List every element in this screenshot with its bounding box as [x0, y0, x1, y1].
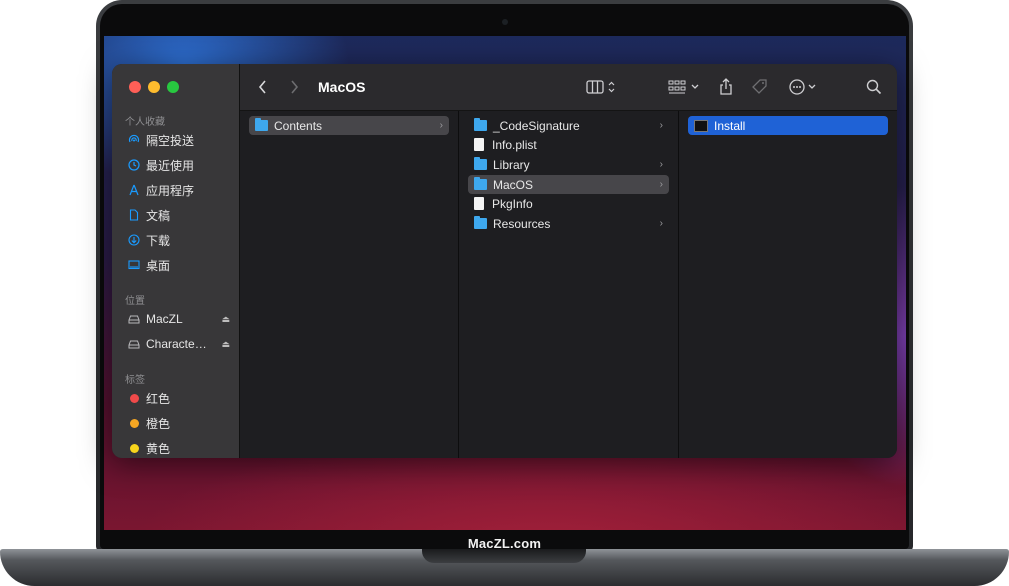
list-item-library[interactable]: Library ›: [468, 155, 669, 174]
file-icon: [474, 138, 484, 151]
forward-button[interactable]: [288, 77, 300, 97]
favorites-header: 个人收藏: [125, 117, 165, 128]
chevron-right-icon: ›: [659, 179, 663, 190]
chevron-left-icon: [258, 80, 266, 94]
more-actions-button[interactable]: [788, 77, 820, 97]
list-item-label: Install: [714, 118, 746, 133]
locations-header: 位置: [125, 296, 145, 307]
group-grid-icon: [668, 80, 699, 94]
sidebar-item-label: 隔空投送: [146, 133, 195, 148]
column-view-icon: [586, 80, 615, 94]
sidebar-item-characte[interactable]: Characte… ⏏: [128, 334, 236, 354]
search-icon: [866, 79, 882, 95]
zoom-button[interactable]: [167, 81, 179, 93]
sidebar-item-label: 红色: [146, 391, 171, 406]
list-item-label: Library: [493, 157, 530, 172]
applications-icon: [128, 184, 140, 196]
eject-icon[interactable]: ⏏: [221, 339, 230, 350]
share-icon: [720, 78, 732, 95]
drive-icon: [128, 338, 140, 350]
tags-header: 标签: [125, 375, 145, 386]
sidebar-item-label: 文稿: [146, 208, 171, 223]
share-button[interactable]: [718, 77, 734, 97]
executable-icon: [694, 119, 708, 132]
clock-icon: [128, 159, 140, 171]
column-1: Contents ›: [240, 111, 459, 458]
list-item-pkginfo[interactable]: PkgInfo: [468, 194, 669, 213]
list-item-contents[interactable]: Contents ›: [249, 116, 449, 135]
sidebar-item-label: 桌面: [146, 258, 171, 273]
airdrop-icon: [128, 134, 140, 146]
search-button[interactable]: [866, 77, 882, 97]
chevron-right-icon: ›: [659, 120, 663, 131]
folder-icon: [474, 118, 487, 131]
group-button[interactable]: [668, 77, 702, 97]
chevron-right-icon: ›: [439, 120, 443, 131]
back-button[interactable]: [257, 77, 269, 97]
folder-icon: [255, 118, 268, 131]
list-item-label: MacOS: [493, 177, 534, 192]
sidebar: 个人收藏 隔空投送 最近使用 应用程序 文稿 下载 桌面 位置 MacZL ⏏ …: [112, 64, 240, 458]
finder-window: 个人收藏 隔空投送 最近使用 应用程序 文稿 下载 桌面 位置 MacZL ⏏ …: [112, 64, 897, 458]
tag-dot-icon: [128, 417, 140, 429]
list-item-label: PkgInfo: [492, 196, 533, 211]
tag-button[interactable]: [751, 77, 769, 97]
file-icon: [474, 197, 484, 210]
toolbar: MacOS: [240, 64, 897, 111]
list-item-label: _CodeSignature: [493, 118, 580, 133]
sidebar-item-applications[interactable]: 应用程序: [128, 180, 236, 200]
sidebar-item-airdrop[interactable]: 隔空投送: [128, 130, 236, 150]
desktop-icon: [128, 259, 140, 271]
window-title: MacOS: [318, 79, 366, 95]
camera: [502, 19, 508, 25]
minimize-button[interactable]: [148, 81, 160, 93]
folder-icon: [474, 157, 487, 170]
sidebar-item-tag-orange[interactable]: 橙色: [128, 413, 236, 433]
list-item-label: Contents: [274, 118, 323, 133]
chevron-right-icon: ›: [659, 218, 663, 229]
sidebar-item-label: 橙色: [146, 416, 171, 431]
list-item-info-plist[interactable]: Info.plist: [468, 135, 669, 154]
list-item-install[interactable]: Install: [688, 116, 888, 135]
sidebar-item-tag-yellow[interactable]: 黄色: [128, 438, 236, 458]
sidebar-item-downloads[interactable]: 下载: [128, 230, 236, 250]
document-icon: [128, 209, 140, 221]
eject-icon[interactable]: ⏏: [221, 314, 230, 325]
drive-icon: [128, 313, 140, 325]
tag-dot-icon: [128, 392, 140, 404]
close-button[interactable]: [129, 81, 141, 93]
sidebar-item-label: 最近使用: [146, 158, 195, 173]
ellipsis-circle-icon: [789, 79, 816, 95]
column-2: _CodeSignature › Info.plist Library › Ma…: [459, 111, 679, 458]
sidebar-item-label: Characte…: [146, 337, 207, 351]
laptop-notch: [422, 549, 586, 563]
download-icon: [128, 234, 140, 246]
folder-icon: [474, 177, 487, 190]
sidebar-item-label: 下载: [146, 233, 171, 248]
brand-label: MacZL.com: [467, 536, 542, 551]
tag-dot-icon: [128, 442, 140, 454]
sidebar-item-label: 黄色: [146, 441, 171, 456]
view-mode-button[interactable]: [586, 77, 618, 97]
chevron-right-icon: ›: [659, 159, 663, 170]
sidebar-item-label: 应用程序: [146, 183, 195, 198]
sidebar-item-maczl[interactable]: MacZL ⏏: [128, 309, 236, 329]
sidebar-item-label: MacZL: [146, 312, 183, 326]
chevron-right-icon: [291, 80, 299, 94]
tag-icon: [752, 79, 767, 94]
list-item-macos[interactable]: MacOS ›: [468, 175, 669, 194]
sidebar-item-desktop[interactable]: 桌面: [128, 255, 236, 275]
column-3: Install: [679, 111, 897, 458]
folder-icon: [474, 216, 487, 229]
sidebar-item-recents[interactable]: 最近使用: [128, 155, 236, 175]
list-item-codesignature[interactable]: _CodeSignature ›: [468, 116, 669, 135]
list-item-label: Info.plist: [492, 137, 537, 152]
list-item-label: Resources: [493, 216, 551, 231]
sidebar-item-tag-red[interactable]: 红色: [128, 388, 236, 408]
sidebar-item-documents[interactable]: 文稿: [128, 205, 236, 225]
list-item-resources[interactable]: Resources ›: [468, 214, 669, 233]
